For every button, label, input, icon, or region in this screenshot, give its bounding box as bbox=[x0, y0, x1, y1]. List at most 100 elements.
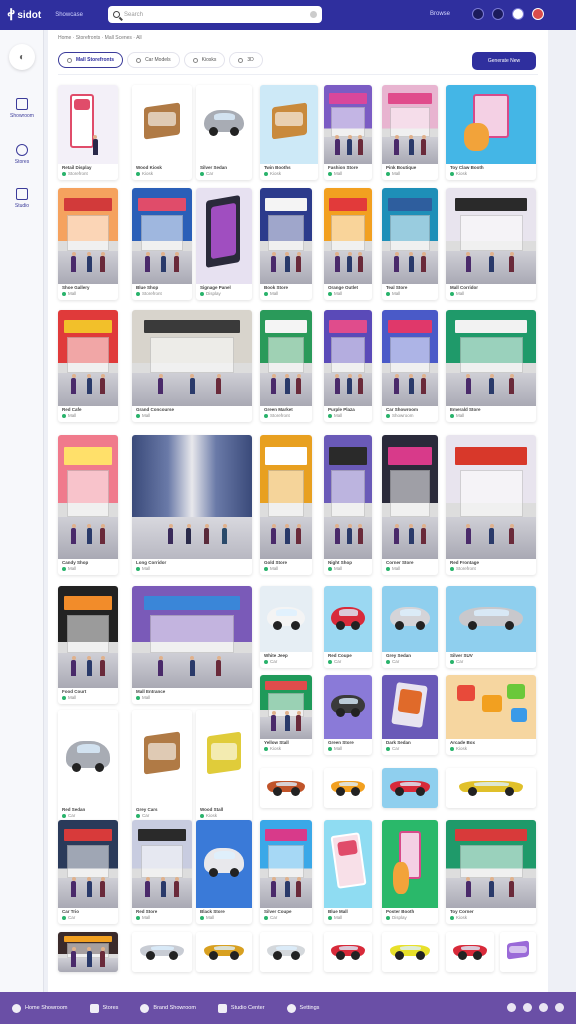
app-logo[interactable]: ꬷ sidot bbox=[8, 5, 41, 25]
image-card[interactable]: Red Coupe Car bbox=[324, 586, 372, 668]
image-card[interactable]: Signage Panel Display bbox=[196, 188, 252, 300]
sidebar-item-showroom[interactable]: Showroom bbox=[0, 98, 44, 119]
image-card[interactable]: Green Store Mall bbox=[324, 675, 372, 755]
image-card[interactable] bbox=[382, 768, 438, 808]
image-card[interactable]: Silver Sedan Car bbox=[196, 85, 252, 180]
image-card[interactable]: Car Trio Car bbox=[58, 820, 118, 924]
image-card[interactable]: Candy Shop Mall bbox=[58, 435, 118, 575]
image-card[interactable]: Shoe Gallery Mall bbox=[58, 188, 118, 300]
help-icon[interactable] bbox=[507, 1003, 516, 1012]
image-card[interactable]: Gold Store Mall bbox=[260, 435, 312, 575]
image-card[interactable]: Emerald Store Mall bbox=[446, 310, 536, 422]
card-meta: Fashion Store Mall bbox=[328, 165, 369, 177]
image-card[interactable]: Green Market Storefront bbox=[260, 310, 312, 422]
clear-icon[interactable] bbox=[310, 11, 317, 18]
generate-button[interactable]: Generate New bbox=[472, 52, 536, 70]
avatar[interactable] bbox=[532, 8, 544, 20]
image-card[interactable]: Food Court Mall bbox=[58, 586, 118, 704]
image-card[interactable]: Red Sedan Car bbox=[58, 710, 118, 822]
image-card[interactable]: Wood Kiosk Kiosk bbox=[132, 85, 192, 180]
image-card[interactable]: Mall Entrance Mall bbox=[132, 586, 252, 704]
sidebar-item-stores[interactable]: Stores bbox=[0, 144, 44, 165]
logo-text: sidot bbox=[17, 9, 42, 21]
card-thumbnail bbox=[58, 435, 118, 559]
image-card[interactable]: Mall Corridor Mall bbox=[446, 188, 536, 300]
image-card[interactable]: Toy Claw Booth Kiosk bbox=[446, 85, 536, 180]
image-card[interactable] bbox=[446, 768, 536, 808]
image-card[interactable]: White Jeep Car bbox=[260, 586, 312, 668]
image-card[interactable]: Red Store Mall bbox=[132, 820, 192, 924]
settings-icon[interactable] bbox=[512, 8, 524, 20]
search-bar[interactable]: Search bbox=[108, 6, 322, 23]
image-card[interactable]: Wood Stall Kiosk bbox=[196, 710, 252, 822]
image-card[interactable]: Red Frontage Storefront bbox=[446, 435, 536, 575]
footer-item-settings[interactable]: Settings bbox=[286, 1003, 319, 1013]
menu-icon[interactable] bbox=[555, 1003, 564, 1012]
tab-car-models[interactable]: Car Models bbox=[127, 52, 180, 68]
image-card[interactable]: Blue Mall Mall bbox=[324, 820, 372, 924]
share-icon[interactable] bbox=[539, 1003, 548, 1012]
main-content: Home · Storefronts · Mall Scenes · All M… bbox=[48, 30, 548, 992]
image-card[interactable]: Long Corridor Mall bbox=[132, 435, 252, 575]
tab-kiosks[interactable]: Kiosks bbox=[183, 52, 226, 68]
image-card[interactable]: Car Showroom Showroom bbox=[382, 310, 438, 422]
image-card[interactable]: Yellow Stall Kiosk bbox=[260, 675, 312, 755]
image-card[interactable]: Grey Cars Car bbox=[132, 710, 192, 822]
tab-3d[interactable]: 3D bbox=[229, 52, 263, 68]
card-thumbnail bbox=[382, 820, 438, 908]
sidebar-toggle-button[interactable]: ◐ bbox=[9, 44, 35, 70]
image-card[interactable]: Silver Coupe Car bbox=[260, 820, 312, 924]
image-card[interactable]: Pink Boutique Mall bbox=[382, 85, 438, 180]
image-card[interactable] bbox=[260, 768, 312, 808]
image-card[interactable]: Toy Corner Kiosk bbox=[446, 820, 536, 924]
image-card[interactable]: Silver SUV Car bbox=[446, 586, 536, 668]
image-card[interactable]: Grey Sedan Car bbox=[382, 586, 438, 668]
image-card[interactable] bbox=[260, 932, 312, 972]
card-thumbnail bbox=[260, 768, 312, 808]
image-card[interactable]: Poster Booth Display bbox=[382, 820, 438, 924]
image-card[interactable]: Purple Plaza Mall bbox=[324, 310, 372, 422]
image-card[interactable]: Corner Store Mall bbox=[382, 435, 438, 575]
card-subtitle: Mall bbox=[62, 413, 115, 419]
search-input[interactable]: Search bbox=[124, 12, 306, 18]
image-card[interactable] bbox=[196, 932, 252, 972]
image-card[interactable] bbox=[382, 932, 438, 972]
nav-link-showcase[interactable]: Showcase bbox=[55, 12, 83, 18]
tab-mall-storefronts[interactable]: Mall Storefronts bbox=[58, 52, 124, 68]
header-browse-link[interactable]: Browse bbox=[430, 11, 450, 17]
notification-icon[interactable] bbox=[472, 8, 484, 20]
image-card[interactable] bbox=[132, 932, 192, 972]
image-card[interactable]: Twin Booths Kiosk bbox=[260, 85, 318, 180]
card-meta: Red Sedan Car bbox=[62, 807, 115, 819]
image-card[interactable]: Night Shop Mall bbox=[324, 435, 372, 575]
image-card[interactable] bbox=[58, 932, 118, 972]
image-card[interactable]: Retail Display Storefront bbox=[58, 85, 118, 180]
image-card[interactable]: Red Cafe Mall bbox=[58, 310, 118, 422]
card-meta: Book Store Mall bbox=[264, 285, 309, 297]
image-card[interactable]: Black Store Mall bbox=[196, 820, 252, 924]
footer-actions bbox=[507, 1003, 564, 1012]
card-meta: Red Cafe Mall bbox=[62, 407, 115, 419]
lamp-icon bbox=[16, 188, 28, 200]
sidebar-item-studio[interactable]: Studio bbox=[0, 188, 44, 209]
footer-item-home[interactable]: Home Showroom bbox=[12, 1003, 68, 1013]
image-card[interactable] bbox=[324, 768, 372, 808]
image-card[interactable]: Book Store Mall bbox=[260, 188, 312, 300]
image-card[interactable]: Arcade Box Kiosk bbox=[446, 675, 536, 755]
message-icon[interactable] bbox=[492, 8, 504, 20]
image-card[interactable]: Dark Sedan Car bbox=[382, 675, 438, 755]
image-card[interactable]: Fashion Store Mall bbox=[324, 85, 372, 180]
image-card[interactable]: Orange Outlet Mall bbox=[324, 188, 372, 300]
image-card[interactable]: Blue Shop Storefront bbox=[132, 188, 192, 300]
footer-item-stores[interactable]: Stores bbox=[89, 1003, 118, 1013]
image-card[interactable]: Teal Store Mall bbox=[382, 188, 438, 300]
chat-icon[interactable] bbox=[523, 1003, 532, 1012]
image-card[interactable] bbox=[500, 932, 536, 972]
footer-item-studio[interactable]: Studio Center bbox=[217, 1003, 265, 1013]
image-card[interactable] bbox=[324, 932, 372, 972]
image-card[interactable]: Grand Concourse Mall bbox=[132, 310, 252, 422]
footer-item-brand[interactable]: Brand Showroom bbox=[140, 1003, 196, 1013]
image-card[interactable] bbox=[446, 932, 494, 972]
card-subtitle: Mall bbox=[450, 413, 533, 419]
card-meta: Shoe Gallery Mall bbox=[62, 285, 115, 297]
